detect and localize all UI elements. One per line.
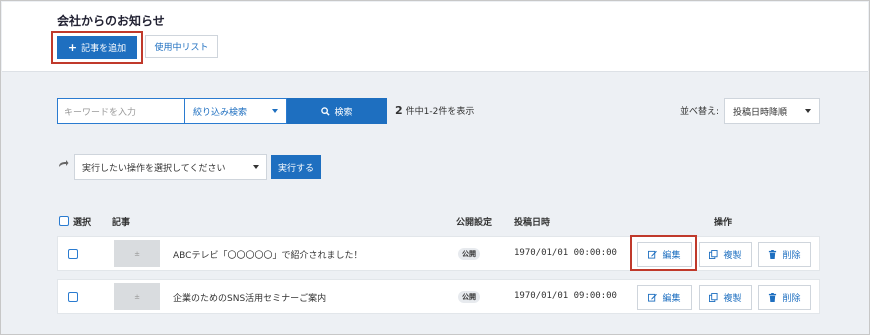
table-row: ± ABCテレビ「〇〇〇〇〇」で紹介されました！ 公開 1970/01/01 0… bbox=[57, 236, 820, 271]
filter-select[interactable]: 絞り込み検索 bbox=[184, 98, 287, 124]
result-count-text: 件中1-2件を表示 bbox=[405, 107, 475, 117]
result-count-number: 2 bbox=[395, 104, 403, 117]
in-use-list-button[interactable]: 使用中リスト bbox=[145, 35, 218, 58]
delete-label: 削除 bbox=[782, 251, 801, 261]
thumbnail-image: ± bbox=[114, 240, 160, 267]
header-select: 選択 bbox=[73, 218, 92, 228]
thumbnail-image: ± bbox=[114, 283, 160, 310]
copy-icon bbox=[709, 250, 719, 259]
edit-button-highlight bbox=[630, 235, 697, 271]
row-checkbox[interactable] bbox=[68, 249, 78, 259]
reply-arrow-icon bbox=[58, 159, 69, 168]
table-row: ± 企業のためのSNS活用セミナーご案内 公開 1970/01/01 09:00… bbox=[57, 279, 820, 314]
result-count: 2 件中1-2件を表示 bbox=[395, 104, 474, 117]
select-all-checkbox[interactable] bbox=[59, 216, 69, 226]
trash-icon bbox=[769, 293, 777, 302]
add-article-button[interactable]: + 記事を追加 bbox=[57, 36, 137, 59]
bulk-action-select[interactable]: 実行したい操作を選択してください bbox=[74, 154, 267, 180]
delete-button[interactable]: 削除 bbox=[758, 242, 811, 267]
copy-button[interactable]: 複製 bbox=[699, 242, 752, 267]
search-button[interactable]: 検索 bbox=[287, 98, 387, 124]
sort-select-value: 投稿日時降順 bbox=[733, 107, 788, 118]
filter-select-label: 絞り込み検索 bbox=[193, 107, 248, 118]
search-button-label: 検索 bbox=[334, 107, 353, 118]
header-actions: 操作 bbox=[714, 218, 733, 228]
sort-label: 並べ替え: bbox=[680, 107, 720, 117]
trash-icon bbox=[769, 250, 777, 259]
copy-button[interactable]: 複製 bbox=[699, 285, 752, 310]
row-checkbox[interactable] bbox=[68, 292, 78, 302]
copy-label: 複製 bbox=[723, 294, 742, 304]
article-title[interactable]: 企業のためのSNS活用セミナーご案内 bbox=[173, 291, 326, 304]
article-title[interactable]: ABCテレビ「〇〇〇〇〇」で紹介されました！ bbox=[173, 248, 362, 261]
plus-icon: + bbox=[67, 41, 78, 54]
post-date: 1970/01/01 00:00:00 bbox=[514, 248, 617, 258]
sort-select[interactable]: 投稿日時降順 bbox=[724, 98, 820, 124]
edit-label: 編集 bbox=[662, 294, 681, 304]
add-article-label: 記事を追加 bbox=[81, 44, 127, 54]
bulk-action-placeholder: 実行したい操作を選択してください bbox=[82, 163, 226, 174]
header-article: 記事 bbox=[112, 218, 131, 228]
visibility-badge: 公開 bbox=[458, 291, 480, 303]
copy-icon bbox=[709, 293, 719, 302]
search-icon bbox=[321, 106, 331, 116]
visibility-badge: 公開 bbox=[458, 248, 480, 260]
chevron-down-icon bbox=[272, 109, 278, 113]
keyword-search-input[interactable]: キーワードを入力 bbox=[57, 98, 185, 124]
edit-icon bbox=[648, 293, 658, 302]
edit-button[interactable]: 編集 bbox=[637, 285, 692, 310]
delete-label: 削除 bbox=[782, 294, 801, 304]
page-title: 会社からのお知らせ bbox=[57, 14, 165, 28]
header-visibility: 公開設定 bbox=[456, 218, 493, 228]
delete-button[interactable]: 削除 bbox=[758, 285, 811, 310]
add-article-highlight: + 記事を追加 bbox=[51, 31, 143, 64]
chevron-down-icon bbox=[253, 165, 259, 169]
post-date: 1970/01/01 09:00:00 bbox=[514, 291, 617, 301]
execute-button[interactable]: 実行する bbox=[271, 155, 321, 179]
header-date: 投稿日時 bbox=[514, 218, 551, 228]
copy-label: 複製 bbox=[723, 251, 742, 261]
chevron-down-icon bbox=[805, 109, 811, 113]
